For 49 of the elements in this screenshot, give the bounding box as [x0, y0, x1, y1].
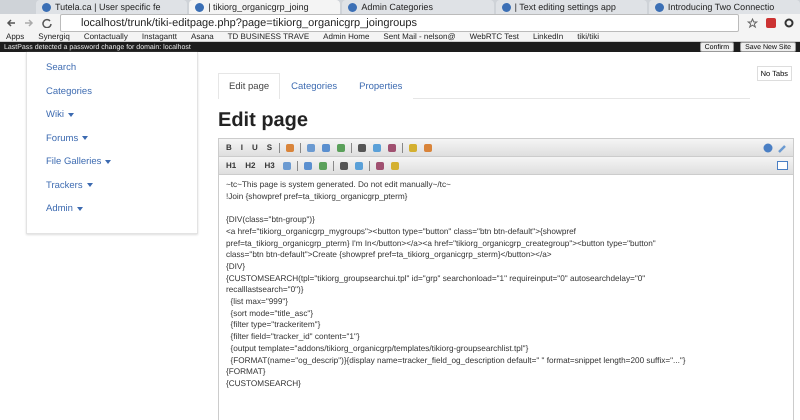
- sidebar-item[interactable]: Forums: [46, 132, 197, 144]
- star-icon[interactable]: [747, 18, 758, 28]
- bookmark[interactable]: Contactually: [84, 32, 128, 41]
- window-icon[interactable]: [777, 161, 788, 170]
- bookmark[interactable]: LinkedIn: [532, 32, 564, 41]
- bookmark[interactable]: Synergiq: [38, 32, 70, 41]
- tool-icon[interactable]: [318, 160, 328, 170]
- sidebar-item[interactable]: File Galleries: [46, 156, 197, 167]
- back-icon[interactable]: [6, 18, 16, 28]
- bookmark[interactable]: Apps: [6, 32, 24, 41]
- page-heading: Edit page: [218, 109, 310, 132]
- forward-icon[interactable]: [24, 18, 34, 28]
- tool-icon[interactable]: [302, 160, 313, 170]
- format-button[interactable]: H1: [224, 161, 238, 170]
- format-button[interactable]: H2: [243, 161, 258, 170]
- browser-tab[interactable]: Introducing Two Connectio: [648, 0, 800, 14]
- format-button[interactable]: U: [250, 143, 260, 152]
- sidebar-item[interactable]: Wiki: [46, 109, 197, 120]
- format-button[interactable]: S: [264, 143, 274, 152]
- bookmark[interactable]: TD BUSINESS TRAVE: [228, 32, 310, 41]
- bookmark[interactable]: Asana: [190, 32, 214, 41]
- format-button[interactable]: I: [238, 143, 246, 152]
- editor-textarea[interactable]: ~tc~This page is system generated. Do not edit manually~/tc~ !Join {showpref pref=ta_tikiorg_organicgrp_pterm} {DIV(class="btn-group")} <a href="tikiorg_organicgrp_mygroups"><button type="button" class="btn btn-default">{showpref pref=ta_tikiorg_organicgrp_pterm} I'm In</button></a><a href="tikiorg_organicgrp_creategroup"><button type="button" class="btn btn-default">Create {showpref pref=ta_tikiorg_organicgrp_sterm}</button></a> {DIV} {CUSTOMSEARCH(tpl="tikiorg_groupsearchui.tpl" id="grp" searchonload="1" requireinput="0" autosearchdelay="0" recalllastsearch="0")} {list max="999"} {sort mode="title_asc"} {filter type="trackeritem"} {filter field="tracker_id" content="1"} {output template="addons/tikiorg_organicgrp/templates/tikiorg-groupsearchlist.tpl"} {FORMAT(name="og_descrip")}{display name=tracker_field_og_description default=" " format=snippet length=200 suffix="..."} {FORMAT} {CUSTOMSEARCH}: [218, 175, 794, 420]
- format-button[interactable]: B: [224, 143, 234, 152]
- address-bar[interactable]: localhost/trunk/tiki-editpage.php?page=tikiorg_organicgrp_joingroups: [60, 14, 739, 32]
- browser-tab[interactable]: Tutela.ca | User specific fe: [36, 0, 188, 14]
- sidebar-item[interactable]: Categories: [46, 86, 197, 96]
- browser-tab[interactable]: | tikiorg_organicgrp_joing: [189, 0, 340, 14]
- tool-icon[interactable]: [387, 142, 398, 152]
- bookmark[interactable]: Instagantt: [142, 32, 177, 41]
- browser-tab[interactable]: | Text editing settings app: [496, 0, 647, 14]
- bookmark[interactable]: tiki/tiki: [577, 32, 599, 41]
- bookmark[interactable]: WebRTC Test: [470, 32, 519, 41]
- tool-icon[interactable]: [338, 160, 349, 170]
- tool-icon[interactable]: [357, 142, 368, 152]
- format-button[interactable]: H3: [262, 161, 277, 170]
- page-tab[interactable]: Edit page: [218, 73, 280, 99]
- browser-tab[interactable]: Admin Categories: [342, 0, 494, 14]
- tool-icon[interactable]: [336, 142, 346, 152]
- bookmark[interactable]: Admin Home: [323, 32, 370, 41]
- tool-icon[interactable]: [374, 160, 385, 170]
- extension-icon: [766, 18, 776, 28]
- sidebar-item[interactable]: Admin: [46, 203, 197, 214]
- bookmark[interactable]: Sent Mail - nelson@: [383, 32, 456, 41]
- tool-icon[interactable]: [321, 142, 332, 152]
- sidebar-item[interactable]: Search: [46, 62, 197, 73]
- reload-icon[interactable]: [42, 18, 52, 28]
- sidebar-item[interactable]: Trackers: [46, 180, 197, 190]
- help-icon[interactable]: [763, 142, 773, 152]
